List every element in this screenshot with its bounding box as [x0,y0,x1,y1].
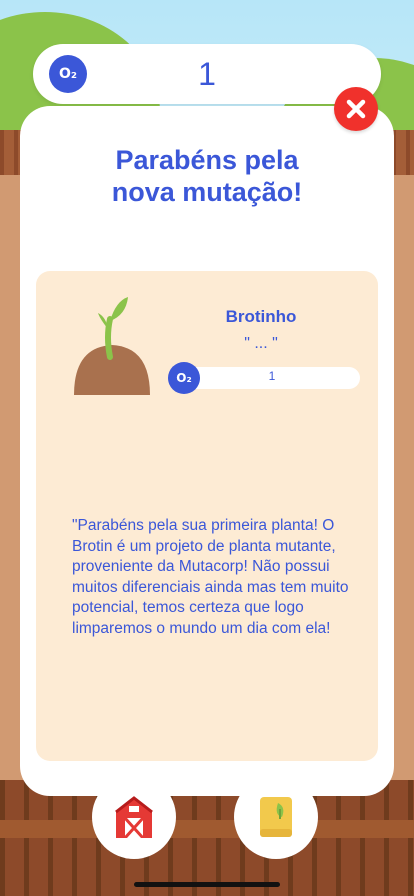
oxygen-counter-bar: O₂ 1 [33,44,381,104]
plant-description: "Parabéns pela sua primeira planta! O Br… [72,517,349,637]
sprout-icon [74,297,150,395]
plant-name: Brotinho [225,307,297,326]
book-icon [260,797,292,837]
plant-card: Brotinho " ... " O₂ 1 "Parabéns pela sua… [36,271,378,761]
modal-title: Parabéns pela nova mutação! [111,145,303,207]
o2-counter-value: 1 [198,56,216,92]
close-button[interactable] [334,87,378,131]
home-indicator[interactable] [134,882,280,887]
plant-o2-badge: O₂ [168,362,200,394]
mutation-modal: Parabéns pela nova mutação! Brotinho " .… [20,106,394,796]
close-icon [346,99,366,119]
fence-bottom [0,780,414,896]
plant-o2-value: 1 [268,369,276,383]
fence-rail [0,820,414,838]
plant-quote: " ... " [244,335,278,352]
barn-icon [115,796,153,838]
